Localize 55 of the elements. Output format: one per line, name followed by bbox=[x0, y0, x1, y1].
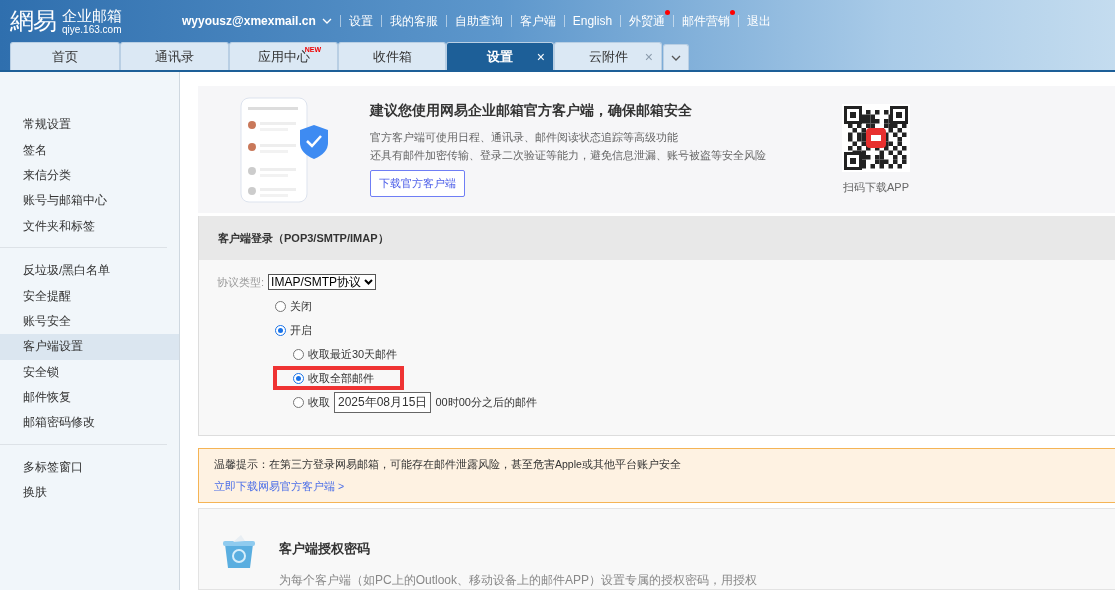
banner-title: 建议您使用网易企业邮箱官方客户端，确保邮箱安全 bbox=[370, 102, 693, 120]
sidebar-item[interactable]: 客户端设置 bbox=[0, 334, 179, 360]
radio-button[interactable] bbox=[275, 300, 286, 312]
caret-icon[interactable] bbox=[321, 18, 332, 24]
nav-link[interactable]: 设置 bbox=[340, 12, 381, 30]
option-label: 收取最近30天邮件 bbox=[308, 346, 398, 362]
download-link[interactable]: 立即下载网易官方客户端 > bbox=[214, 480, 345, 494]
logo-name: 企业邮箱 bbox=[62, 7, 122, 23]
notice-text: 温馨提示：在第三方登录网易邮箱，可能存在邮件泄露风险，甚至危害Apple或其他平台账户安全 bbox=[214, 458, 682, 472]
qr-caption: 扫码下载APP bbox=[843, 180, 909, 195]
sidebar-item[interactable]: 文件夹和标签 bbox=[0, 213, 179, 239]
radio-button[interactable] bbox=[275, 324, 286, 336]
close-icon[interactable]: × bbox=[536, 48, 545, 65]
banner-text: 还具有邮件加密传输、登录二次验证等能力，避免信息泄漏、账号被盗等安全风险 bbox=[370, 148, 767, 163]
sidebar-item[interactable]: 账号安全 bbox=[0, 308, 179, 335]
qr-code bbox=[842, 104, 910, 172]
sidebar-item[interactable]: 常规设置 bbox=[0, 112, 179, 138]
protocol-select[interactable]: IMAP/SMTP协议 bbox=[268, 274, 377, 290]
option-label: 收取 bbox=[308, 394, 330, 410]
logo-domain: qiye.163.com bbox=[62, 24, 122, 35]
radio-button[interactable] bbox=[293, 348, 304, 360]
caret-icon bbox=[364, 279, 374, 285]
tab[interactable]: 设置 × bbox=[446, 42, 554, 70]
tab[interactable]: 云附件 × bbox=[554, 42, 662, 70]
more-tabs-button[interactable] bbox=[663, 44, 689, 70]
banner-text: 官方客户端可使用日程、通讯录、邮件阅读状态追踪等高级功能 bbox=[370, 130, 679, 145]
sidebar-item[interactable]: 换肤 bbox=[0, 480, 179, 506]
sidebar-item[interactable]: 安全锁 bbox=[0, 359, 179, 385]
sidebar-item[interactable]: 安全提醒 bbox=[0, 283, 179, 309]
sidebar-item[interactable]: 账号与邮箱中心 bbox=[0, 188, 179, 214]
radio-button[interactable] bbox=[293, 372, 304, 384]
sidebar-item[interactable]: 多标签窗口 bbox=[0, 454, 179, 481]
trash-bin-icon bbox=[221, 534, 257, 570]
account-name[interactable]: wyyousz@xmexmail.cn bbox=[182, 14, 316, 28]
sidebar-item[interactable]: 邮箱密码修改 bbox=[0, 410, 179, 436]
field-label: 协议类型: bbox=[217, 274, 265, 290]
caret-icon bbox=[671, 54, 681, 61]
logo-mark: 網易 bbox=[10, 6, 56, 37]
card-description: 为每个客户端（如PC上的Outlook、移动设备上的邮件APP）设置专属的授权密码，用授权 bbox=[279, 572, 758, 589]
card-title: 客户端授权密码 bbox=[279, 540, 371, 558]
date-field[interactable]: 2025年08月15日 bbox=[334, 391, 432, 413]
sidebar-item[interactable]: 来信分类 bbox=[0, 162, 179, 189]
tab[interactable]: 通讯录 bbox=[120, 42, 229, 70]
option-label: 开启 bbox=[290, 322, 312, 338]
option-label: 关闭 bbox=[290, 298, 312, 314]
radio-button[interactable] bbox=[293, 396, 304, 408]
section-title: 客户端登录（POP3/SMTP/IMAP） bbox=[198, 216, 1115, 260]
sidebar-item[interactable]: 签名 bbox=[0, 137, 179, 163]
sidebar-item[interactable]: 反垃圾/黑白名单 bbox=[0, 257, 179, 284]
download-button[interactable]: 下载官方客户端 bbox=[370, 170, 465, 197]
option-label: 收取全部邮件 bbox=[308, 370, 374, 386]
option-label: 00时00分之后的邮件 bbox=[435, 394, 537, 410]
tab[interactable]: 首页 bbox=[10, 42, 120, 70]
sidebar-item[interactable]: 邮件恢复 bbox=[0, 384, 179, 411]
tab[interactable]: 收件箱 bbox=[338, 42, 446, 70]
